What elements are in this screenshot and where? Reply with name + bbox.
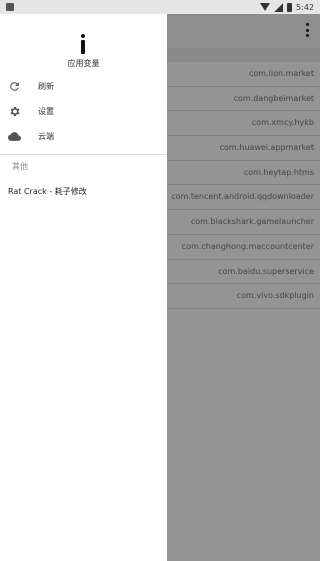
navigation-drawer: 应用变量 刷新 设置 云端 其他 Rat Crack - 耗子修改 xyxy=(0,14,167,561)
status-bar: 5:42 xyxy=(0,0,320,14)
drawer-item-settings[interactable]: 设置 xyxy=(0,99,167,124)
drawer-item-label: 刷新 xyxy=(38,82,54,91)
drawer-section-title: 其他 xyxy=(12,162,28,171)
gear-icon xyxy=(10,106,20,117)
drawer-item-refresh[interactable]: 刷新 xyxy=(0,74,167,99)
battery-icon xyxy=(287,2,293,12)
cloud-icon xyxy=(8,132,21,141)
signal-icon xyxy=(274,2,284,12)
drawer-item-cloud[interactable]: 云端 xyxy=(0,124,167,149)
status-time: 5:42 xyxy=(296,2,314,12)
wifi-icon xyxy=(260,3,271,11)
app-logo-icon xyxy=(74,34,92,56)
refresh-icon xyxy=(10,82,19,91)
drawer-item-label: 云端 xyxy=(38,132,54,141)
drawer-header: 应用变量 xyxy=(0,14,167,74)
notification-icon xyxy=(6,3,14,11)
drawer-item-label: 设置 xyxy=(38,107,54,116)
app-name: 应用变量 xyxy=(67,59,100,68)
drawer-item-rat-crack[interactable]: Rat Crack - 耗子修改 xyxy=(0,179,167,205)
